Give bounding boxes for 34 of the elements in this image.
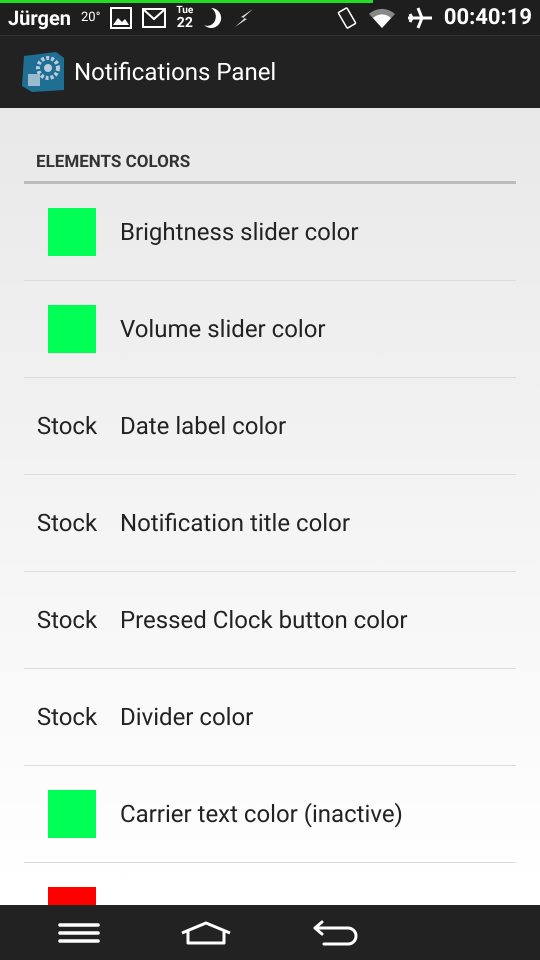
image-icon	[110, 6, 132, 28]
setting-label: Notification title color	[120, 509, 350, 537]
calendar-date: 22	[176, 16, 193, 30]
setting-label: Divider color	[120, 703, 254, 731]
setting-label: Date label color	[120, 412, 286, 440]
color-setting-row[interactable]: Brightness slider color	[24, 184, 516, 281]
back-icon[interactable]	[312, 920, 358, 946]
color-value: Stock	[36, 412, 98, 440]
color-value: Stock	[36, 703, 98, 731]
color-value: Stock	[36, 509, 98, 537]
setting-label: Carrier text color (inactive)	[120, 800, 403, 828]
home-icon[interactable]	[180, 920, 232, 944]
calendar-day: Tue	[176, 6, 194, 16]
color-setting-row[interactable]: Carrier text color (inactive)	[24, 766, 516, 863]
color-setting-row[interactable]: Stock Pressed Clock button color	[24, 572, 516, 669]
mail-icon	[142, 8, 166, 28]
user-name: Jürgen	[8, 6, 71, 30]
clock: 00:40:19	[444, 5, 532, 30]
menu-icon[interactable]	[58, 922, 100, 944]
color-setting-row[interactable]: Stock Notification title color	[24, 475, 516, 572]
color-setting-row[interactable]: Stock Divider color	[24, 669, 516, 766]
setting-label: Pressed Clock button color	[120, 606, 408, 634]
section-header: ELEMENTS COLORS	[24, 108, 516, 184]
color-value: Stock	[36, 606, 98, 634]
setting-label: Brightness slider color	[120, 218, 358, 246]
setting-label: Volume slider color	[120, 315, 326, 343]
screen-title: Notifications Panel	[74, 58, 276, 86]
moon-icon	[203, 6, 224, 28]
phone-vibrate-icon	[336, 6, 358, 30]
color-setting-row[interactable]: Stock Date label color	[24, 378, 516, 475]
airplane-icon	[406, 6, 434, 30]
wifi-icon	[368, 6, 396, 28]
color-setting-row[interactable]: Volume slider color	[24, 281, 516, 378]
temperature: 20°	[80, 10, 100, 25]
